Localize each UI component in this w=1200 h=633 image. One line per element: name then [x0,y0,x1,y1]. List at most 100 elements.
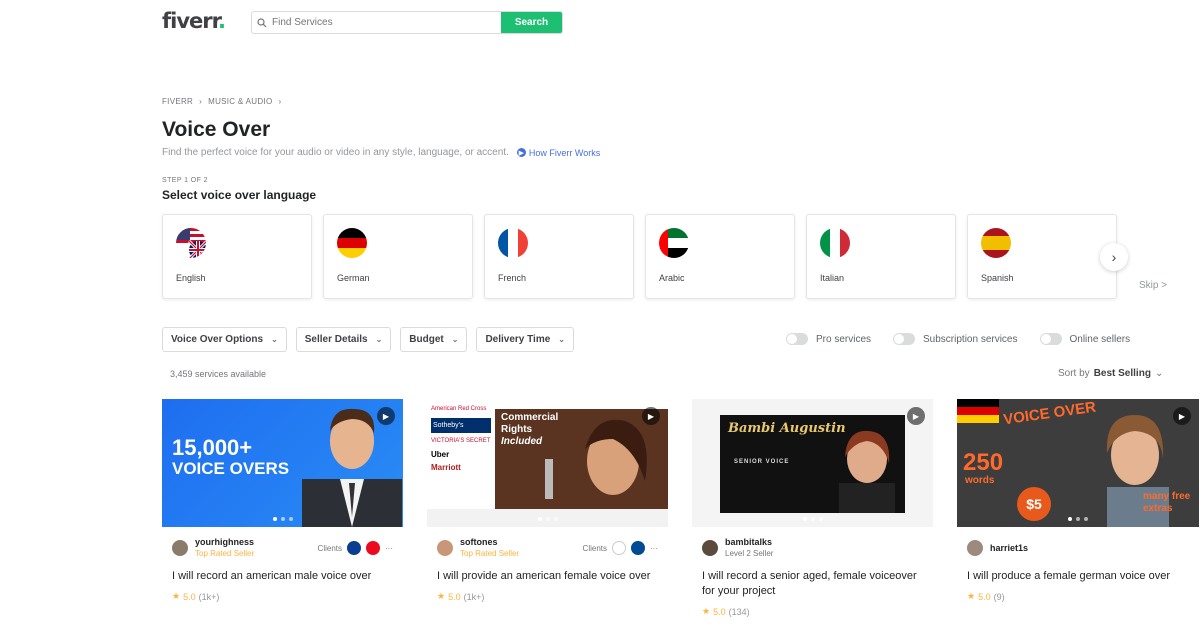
pepsi-logo-icon [631,541,645,555]
uae-flag-icon [659,228,689,258]
toggle-label: Subscription services [923,333,1018,345]
gig-title[interactable]: I will produce a female german voice ove… [957,563,1199,584]
seller-name[interactable]: yourhighness [195,536,254,548]
gig-card[interactable]: VOICE OVER 250 words $5 many free extras… [957,399,1199,633]
rating-value: 5.0 [978,591,991,602]
seller-level-badge: Top Rated Seller [195,549,255,558]
star-icon: ★ [437,591,446,601]
gig-card[interactable]: American Red Cross Sotheby's VICTORIA'S … [427,399,668,633]
breadcrumb-item-music-audio[interactable]: MUSIC & AUDIO [208,97,272,106]
language-card-english[interactable]: English [162,214,312,299]
skip-link[interactable]: Skip > [1139,280,1167,291]
gig-title[interactable]: I will record a senior aged, female voic… [692,563,933,599]
gig-thumbnail[interactable]: 15,000+ VOICE OVERS ▶ [162,399,403,527]
clients-info: Clients ··· [583,541,658,555]
play-icon[interactable]: ▶ [377,407,395,425]
clients-label: Clients [582,543,607,553]
search-icon [252,12,272,33]
language-card-arabic[interactable]: Arabic [645,214,795,299]
language-card-german[interactable]: German [323,214,473,299]
gig-title[interactable]: I will provide an american female voice … [427,563,668,584]
search-bar: Search [251,11,563,34]
star-icon: ★ [702,606,711,616]
more-icon[interactable]: ··· [650,544,658,553]
brand-list: American Red Cross Sotheby's VICTORIA'S … [427,399,495,527]
subtitle-text: Find the perfect voice for your audio or… [162,147,509,158]
spain-flag-icon [981,228,1011,258]
chevron-down-icon: ⌄ [375,335,383,344]
results-count: 3,459 services available [170,369,267,379]
gig-rating: ★ 5.0 (1k+) [427,584,668,602]
gig-card[interactable]: 15,000+ VOICE OVERS ▶ yourhighness Top R… [162,399,403,633]
thumbnail-text: Rights [501,424,533,435]
gig-thumbnail[interactable]: Bambi Augustin SENIOR VOICE ▶ [692,399,933,527]
search-input[interactable] [272,12,501,33]
thumbnail-text: Included [501,436,543,447]
toyota-logo-icon [366,541,380,555]
avatar[interactable] [437,540,453,556]
language-card-italian[interactable]: Italian [806,214,956,299]
how-fiverr-works-label: How Fiverr Works [528,147,601,158]
language-card-french[interactable]: French [484,214,634,299]
star-icon: ★ [172,591,181,601]
toggle-pro-services[interactable]: Pro services [786,333,871,345]
how-fiverr-works-link[interactable]: ▶ How Fiverr Works [516,147,601,158]
gig-thumbnail[interactable]: American Red Cross Sotheby's VICTORIA'S … [427,399,668,527]
filter-label: Voice Over Options [171,334,264,345]
breadcrumb: FIVERR › MUSIC & AUDIO › [162,97,281,106]
seller-name[interactable]: bambitalks [725,536,773,548]
avatar[interactable] [172,540,188,556]
sort-dropdown[interactable]: Sort by Best Selling ⌄ [1058,368,1163,379]
breadcrumb-item-fiverr[interactable]: FIVERR [162,97,193,106]
chevron-down-icon: ⌄ [1154,368,1164,379]
gig-rating: ★ 5.0 (9) [957,584,1199,602]
language-label: German [337,273,370,283]
carousel-next-arrow-icon[interactable]: › [1100,243,1128,271]
seller-name[interactable]: softones [460,536,519,548]
carousel-dots [427,517,668,521]
language-label: French [498,273,527,283]
seller-row: harriet1s [957,533,1199,563]
filter-seller-details[interactable]: Seller Details ⌄ [295,327,392,352]
france-flag-icon [498,228,528,258]
breadcrumb-separator-icon: › [199,97,203,106]
seller-name[interactable]: harriet1s [990,542,1028,554]
gig-grid: 15,000+ VOICE OVERS ▶ yourhighness Top R… [162,399,1199,633]
germany-flag-icon [957,399,999,423]
toggle-switch[interactable] [1039,333,1062,345]
gig-thumbnail[interactable]: VOICE OVER 250 words $5 many free extras… [957,399,1199,527]
play-icon[interactable]: ▶ [907,407,925,425]
toggle-subscription-services[interactable]: Subscription services [893,333,1018,345]
seller-level-badge: Level 2 Seller [725,549,774,558]
chevron-down-icon: ⌄ [271,335,278,344]
avatar[interactable] [967,540,983,556]
toggle-label: Pro services [816,333,872,345]
thumbnail-text: $5 [1026,496,1042,512]
language-label: Italian [820,273,845,283]
toggle-online-sellers[interactable]: Online sellers [1039,333,1130,345]
review-count: (1k+) [463,591,485,602]
brand-marriott: Marriott [431,463,461,472]
language-carousel: English German French Arabic Italian Spa… [162,214,1117,299]
thumbnail-text: VOICE OVERS [172,459,290,478]
filter-budget[interactable]: Budget ⌄ [400,327,468,352]
thumbnail-text: 250 [963,449,1004,476]
filter-delivery-time[interactable]: Delivery Time ⌄ [476,327,574,352]
gig-title[interactable]: I will record an american male voice ove… [162,563,403,584]
toggle-switch[interactable] [893,333,916,345]
gig-card[interactable]: Bambi Augustin SENIOR VOICE ▶ bambitalks… [692,399,933,633]
search-button[interactable]: Search [501,12,562,33]
avatar[interactable] [702,540,718,556]
language-card-spanish[interactable]: Spanish [967,214,1117,299]
filter-voice-over-options[interactable]: Voice Over Options ⌄ [162,327,287,352]
brand-sothebys: Sotheby's [431,418,491,433]
page-subtitle: Find the perfect voice for your audio or… [162,147,600,158]
play-icon[interactable]: ▶ [642,407,660,425]
step-indicator: STEP 1 OF 2 [162,177,208,184]
seller-level-badge: Top Rated Seller [460,549,520,558]
play-icon[interactable]: ▶ [1173,407,1191,425]
more-icon[interactable]: ··· [385,544,393,553]
toggle-switch[interactable] [786,333,808,345]
fiverr-logo[interactable]: fiverr. [162,9,226,33]
germany-flag-icon [337,228,367,258]
